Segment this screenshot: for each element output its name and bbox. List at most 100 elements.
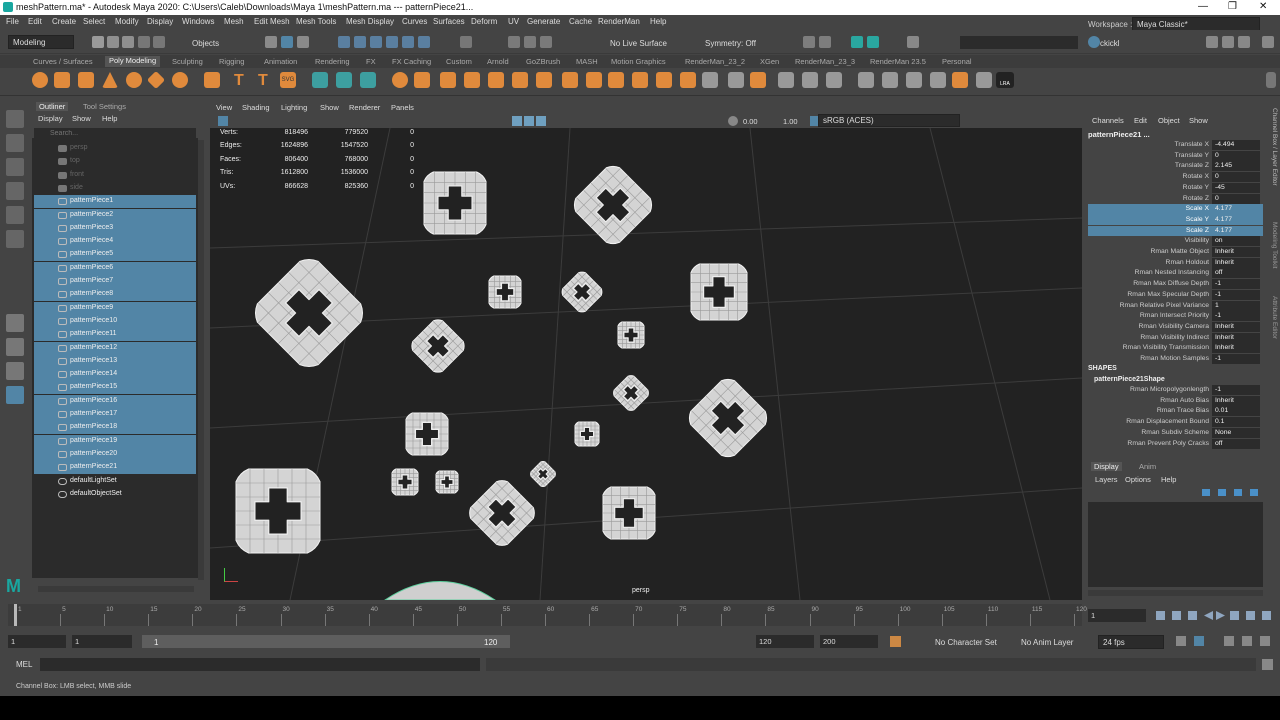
time-ruler[interactable]: 1 5 10 15 20 25 30 35 40 45 50 55 60 65 70 75 80 85 90 95 10… <box>8 604 1087 626</box>
extrude-icon[interactable] <box>464 72 480 88</box>
shelf-tab-sculpting[interactable]: Sculpting <box>172 57 203 66</box>
shape-attribute-row[interactable]: Rman Micropolygonlength -1 <box>1088 385 1263 396</box>
select-hierarchy-icon[interactable] <box>265 36 277 48</box>
snap-point-icon[interactable] <box>370 36 382 48</box>
scale-tool-icon[interactable] <box>6 230 24 248</box>
channel-attribute-value[interactable]: -1 <box>1212 311 1260 322</box>
channel-attribute-row[interactable]: Scale Y 4.177 <box>1088 214 1263 226</box>
outliner-item[interactable]: patternPiece17 <box>34 408 196 421</box>
channel-attribute-value[interactable]: 0 <box>1212 193 1260 204</box>
shelf-tab-personal[interactable]: Personal <box>942 57 972 66</box>
quad-draw-icon[interactable] <box>656 72 672 88</box>
outliner-item[interactable]: patternPiece19 <box>34 434 196 448</box>
time-slider[interactable]: 1 5 10 15 20 25 30 35 40 45 50 55 60 65 70 75 80 85 90 95 10… <box>0 602 1280 630</box>
channel-attribute-row[interactable]: Visibility on <box>1088 236 1263 247</box>
symmetry-dropdown[interactable]: Symmetry: Off <box>705 39 756 48</box>
pattern-piece-mesh[interactable] <box>235 468 321 554</box>
maximize-button[interactable]: ❐ <box>1228 1 1237 12</box>
shelf-tab-renderman-23-2[interactable]: RenderMan_23_2 <box>685 57 745 66</box>
current-frame-field[interactable]: 1 <box>1088 609 1146 622</box>
freeze-icon[interactable] <box>858 72 874 88</box>
render-frame-icon[interactable] <box>819 36 831 48</box>
outliner-item[interactable]: patternPiece16 <box>34 394 196 408</box>
exposure-field[interactable]: 0.00 <box>740 115 768 127</box>
shape-attribute-row[interactable]: Rman Trace Bias 0.01 <box>1088 406 1263 417</box>
shelf-tab-fx[interactable]: FX <box>366 57 376 66</box>
menu-deform[interactable]: Deform <box>471 17 497 26</box>
workspace-dropdown[interactable]: Maya Classic* <box>1132 17 1260 31</box>
channel-attribute-row[interactable]: Rman Relative Pixel Variance 1 <box>1088 300 1263 312</box>
layer-menu-layers[interactable]: Layers <box>1095 475 1118 484</box>
go-to-start-icon[interactable] <box>1156 611 1165 620</box>
outliner-item[interactable]: patternPiece1 <box>34 195 196 209</box>
shelf-tab-rigging[interactable]: Rigging <box>219 57 244 66</box>
shape-attribute-value[interactable]: 0.01 <box>1212 406 1260 417</box>
shape-attribute-value[interactable]: -1 <box>1212 385 1260 395</box>
undo-icon[interactable] <box>138 36 150 48</box>
select-mode-label[interactable]: Objects <box>192 39 219 48</box>
outliner-item[interactable]: patternPiece3 <box>34 221 196 235</box>
attribute-editor-icon[interactable] <box>1222 36 1234 48</box>
pattern-piece-mesh[interactable] <box>617 321 645 349</box>
channel-attribute-row[interactable]: Rman Motion Samples -1 <box>1088 354 1263 365</box>
mel-input[interactable] <box>40 658 480 671</box>
auto-key-icon[interactable] <box>1194 636 1204 646</box>
layer-list[interactable] <box>1088 502 1263 587</box>
fps-dropdown[interactable]: 24 fps <box>1098 635 1164 649</box>
poly-torus-icon[interactable] <box>126 72 142 88</box>
channel-attribute-row[interactable]: Rman Visibility Camera Inherit <box>1088 321 1263 333</box>
outliner-set-item[interactable]: defaultLightSet <box>34 475 196 488</box>
select-component-icon[interactable] <box>297 36 309 48</box>
shelf-tab-arnold[interactable]: Arnold <box>487 57 509 66</box>
new-layer-selected-icon[interactable] <box>1250 489 1258 496</box>
anim-layer-dropdown[interactable]: No Anim Layer <box>1021 638 1073 647</box>
pattern-piece-mesh[interactable] <box>384 581 496 601</box>
user-icon[interactable] <box>1088 36 1100 48</box>
channel-box-icon[interactable] <box>1262 36 1274 48</box>
delete-history-icon[interactable] <box>906 72 922 88</box>
channel-attribute-value[interactable]: Inherit <box>1212 321 1260 332</box>
channel-menu-object[interactable]: Object <box>1158 116 1180 125</box>
svg-icon[interactable]: SVG <box>280 72 296 88</box>
channel-attribute-value[interactable]: 0 <box>1212 172 1260 183</box>
snap-together-icon[interactable] <box>952 72 968 88</box>
step-back-frame-icon[interactable] <box>1188 611 1197 620</box>
range-start-field[interactable]: 1 <box>8 635 66 648</box>
outliner-item[interactable]: top <box>34 155 196 168</box>
fill-hole-icon[interactable] <box>536 72 552 88</box>
camera-select-icon[interactable] <box>218 116 228 126</box>
current-time-marker[interactable] <box>14 604 17 626</box>
lra-icon[interactable]: LRA <box>996 72 1014 88</box>
shelf-tab-mash[interactable]: MASH <box>576 57 598 66</box>
shelf-tab-fx-caching[interactable]: FX Caching <box>392 57 431 66</box>
extract-icon[interactable] <box>440 72 456 88</box>
pattern-piece-mesh[interactable] <box>690 263 748 321</box>
select-tool-icon[interactable] <box>6 110 24 128</box>
poly-cone-icon[interactable] <box>102 72 118 88</box>
channel-attribute-row[interactable]: Rman Nested Instancing off <box>1088 268 1263 279</box>
outliner-item[interactable]: patternPiece13 <box>34 354 196 368</box>
channel-attribute-row[interactable]: Scale Z 4.177 <box>1088 225 1263 237</box>
menu-create[interactable]: Create <box>52 17 76 26</box>
menu-select[interactable]: Select <box>83 17 105 26</box>
layer-tab-anim[interactable]: Anim <box>1139 462 1156 471</box>
sound-icon[interactable] <box>1224 636 1234 646</box>
outliner-item[interactable]: patternPiece2 <box>34 208 196 222</box>
shape-attribute-row[interactable]: Rman Prevent Poly Cracks off <box>1088 438 1263 450</box>
channel-attribute-value[interactable]: 4.177 <box>1212 204 1260 215</box>
pattern-piece-mesh[interactable] <box>408 316 467 375</box>
target-weld-icon[interactable] <box>608 72 624 88</box>
outliner-hscrollbar[interactable] <box>38 586 194 592</box>
menu-edit-mesh[interactable]: Edit Mesh <box>254 17 290 26</box>
channel-menu-channels[interactable]: Channels <box>1092 116 1124 125</box>
outliner-layout-icon[interactable] <box>6 386 24 404</box>
viewport-menu-shading[interactable]: Shading <box>242 103 270 112</box>
pattern-piece-mesh[interactable] <box>423 171 487 235</box>
outliner-item[interactable]: patternPiece9 <box>34 301 196 315</box>
channel-attribute-row[interactable]: Translate Z 2.145 <box>1088 161 1263 172</box>
lock-icon[interactable] <box>460 36 472 48</box>
minimize-button[interactable]: — <box>1198 1 1208 12</box>
side-tab-modeling-toolkit[interactable]: Modeling Toolkit <box>1270 222 1279 288</box>
shelf-settings-icon[interactable] <box>1266 72 1276 88</box>
shelf-tab-xgen[interactable]: XGen <box>760 57 779 66</box>
